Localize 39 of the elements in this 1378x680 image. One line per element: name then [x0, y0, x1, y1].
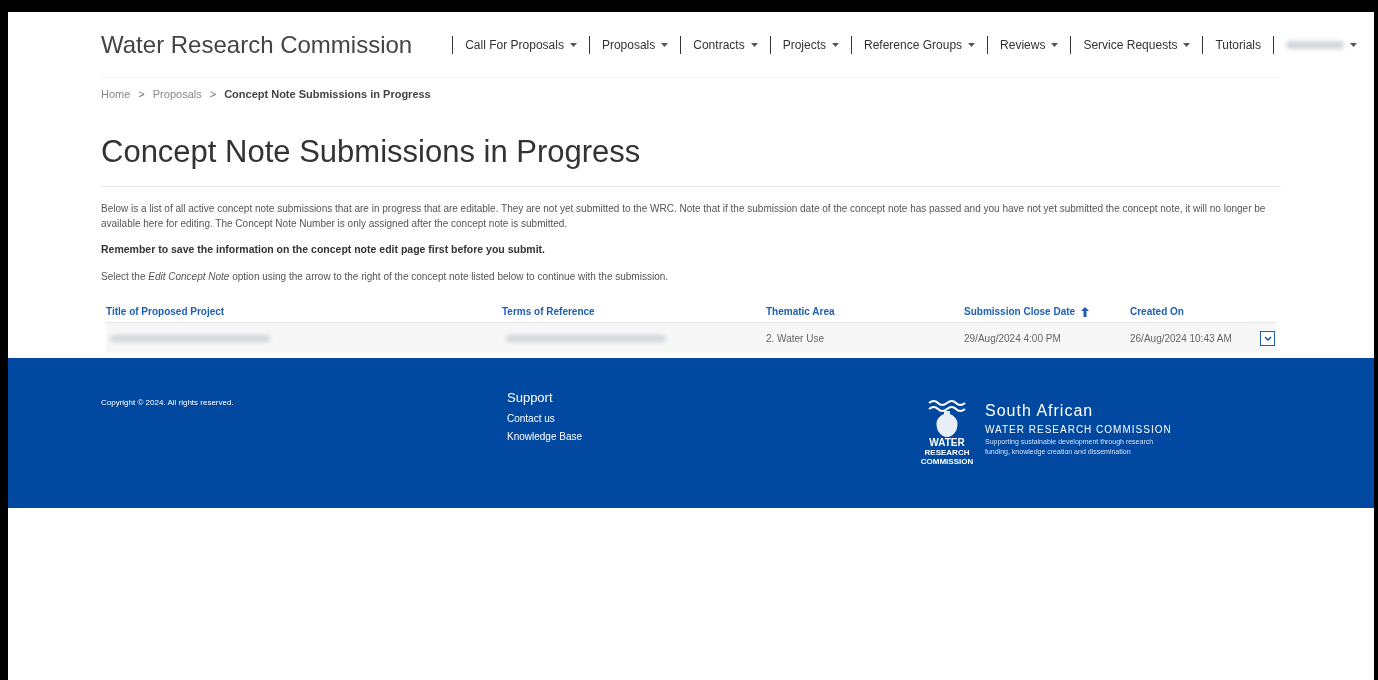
- logo-text: COMMISSION: [920, 457, 974, 467]
- column-header[interactable]: Title of Proposed Project: [106, 304, 225, 320]
- support-heading: Support: [507, 389, 554, 408]
- page-title: Concept Note Submissions in Progress: [101, 129, 1281, 187]
- column-header[interactable]: Terms of Reference: [502, 304, 595, 320]
- footer-link[interactable]: Knowledge Base: [507, 428, 583, 444]
- breadcrumb-link[interactable]: Proposals: [152, 85, 202, 103]
- reminder-text: Remember to save the information on the concept note edit page first before you submit.: [101, 241, 546, 257]
- breadcrumb-link[interactable]: Home: [101, 85, 131, 103]
- nav-link[interactable]: Service Requests: [1083, 35, 1191, 54]
- column-header[interactable]: Created On: [1130, 304, 1184, 320]
- breadcrumb-separator: >: [138, 86, 145, 102]
- column-header[interactable]: Submission Close Date: [964, 304, 1076, 320]
- intro-paragraph: Below is a list of all active concept note submissions that are in progress that are editable. They are not yet submitted to the WRC. Note that if the submission date of the concept note has passed and you have not yet submitted the concept note, it will no longer be available here for editing. The Concept Note Number is only assigned after the concept note is submitted.: [101, 201, 1267, 231]
- user-menu[interactable]: [1286, 40, 1358, 49]
- logo-text: RESEARCH: [924, 448, 970, 458]
- nav-link[interactable]: Projects: [782, 35, 839, 54]
- nav-link[interactable]: Call For Proposals: [465, 35, 577, 54]
- nav-link[interactable]: Reviews: [1000, 35, 1059, 54]
- nav-link[interactable]: Contracts: [693, 35, 758, 54]
- logo-subtitle: WATER RESEARCH COMMISSION: [985, 423, 1172, 438]
- footer-link[interactable]: Contact us: [507, 410, 555, 426]
- water-drop-logo-icon: [927, 397, 967, 438]
- nav-link[interactable]: Tutorials: [1215, 35, 1262, 54]
- logo-title: South African: [985, 402, 1095, 421]
- nav-link[interactable]: Reference Groups: [864, 35, 976, 54]
- table-cell-text: 29/Aug/2024 4:00 PM: [964, 331, 1061, 346]
- table-cell-text: 26/Aug/2024 10:43 AM: [1130, 331, 1232, 346]
- table-cell-text: 2. Water Use: [766, 331, 824, 346]
- nav-link[interactable]: Proposals: [601, 35, 669, 54]
- row-actions-button[interactable]: [1260, 330, 1275, 346]
- column-header[interactable]: Thematic Area: [766, 304, 835, 320]
- breadcrumb-separator: >: [209, 86, 217, 102]
- instruction-text: Select the Edit Concept Note option using the arrow to the right of the concept note listed below to continue with the submission.: [101, 270, 670, 285]
- chevron-down-icon: [1263, 335, 1272, 341]
- site-brand[interactable]: Water Research Commission: [101, 26, 413, 63]
- logo-text: WATER: [929, 437, 965, 449]
- copyright-text: Copyright © 2024. All rights reserved.: [101, 398, 234, 408]
- breadcrumb-link[interactable]: Concept Note Submissions in Progress: [224, 85, 431, 103]
